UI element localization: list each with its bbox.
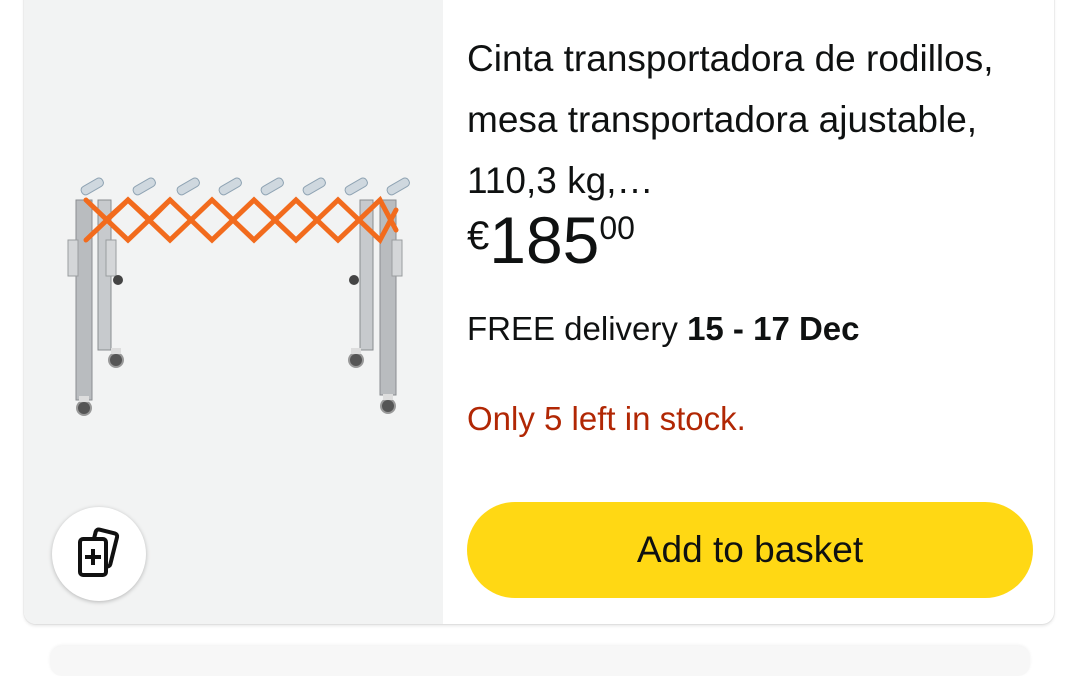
price-fraction: 00 (599, 210, 635, 246)
delivery-dates: 15 - 17 Dec (687, 310, 860, 347)
product-image-panel[interactable] (24, 0, 443, 624)
stock-status: Only 5 left in stock. (467, 400, 746, 437)
price-currency: € (467, 214, 490, 258)
compare-button[interactable] (52, 507, 146, 601)
delivery-info: FREE delivery 15 - 17 Dec (467, 310, 860, 348)
add-to-basket-button[interactable]: Add to basket (467, 502, 1033, 598)
product-image[interactable] (46, 170, 426, 420)
product-price: €18500 (467, 204, 635, 276)
delivery-prefix: FREE delivery (467, 310, 678, 347)
product-title[interactable]: Cinta transportadora de rodillos, mesa t… (467, 28, 1037, 211)
compare-cards-icon (78, 527, 120, 577)
price-whole: 185 (489, 203, 600, 277)
product-card[interactable]: Cinta transportadora de rodillos, mesa t… (24, 0, 1054, 624)
next-card-edge (50, 646, 1030, 676)
